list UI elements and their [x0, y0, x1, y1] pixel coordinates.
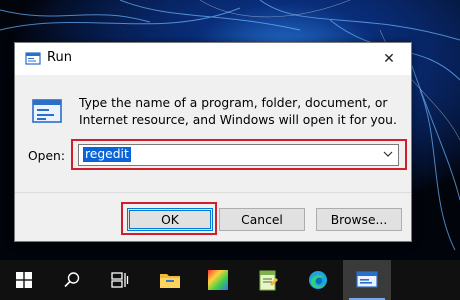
run-dialog: Run ✕ Type the name of a program, folder… — [14, 42, 412, 242]
file-explorer-icon — [160, 274, 180, 288]
task-view-icon — [111, 272, 129, 288]
run-icon — [25, 52, 41, 65]
ok-button[interactable]: OK — [127, 208, 213, 231]
notepad-app-button[interactable] — [244, 260, 292, 300]
run-app-button[interactable] — [343, 260, 391, 300]
taskbar-search-button[interactable] — [48, 260, 96, 300]
ok-focus-ring — [129, 210, 211, 229]
close-button[interactable]: ✕ — [367, 43, 411, 75]
search-icon — [64, 272, 80, 288]
taskbar — [0, 260, 460, 300]
window-title: Run — [47, 50, 72, 65]
file-explorer-button[interactable] — [146, 260, 194, 300]
close-icon: ✕ — [383, 51, 395, 67]
start-button[interactable] — [0, 260, 48, 300]
dialog-description: Type the name of a program, folder, docu… — [79, 96, 397, 127]
task-view-button[interactable] — [96, 260, 144, 300]
run-program-icon — [32, 99, 62, 123]
title-bar: Run ✕ — [15, 43, 411, 75]
run-app-icon — [356, 271, 378, 288]
chevron-down-icon[interactable] — [383, 149, 393, 159]
edge-icon — [309, 271, 327, 289]
notepad-app-icon — [259, 270, 278, 291]
edge-button[interactable] — [294, 260, 342, 300]
color-app-icon — [208, 270, 228, 290]
open-label: Open: — [28, 149, 65, 163]
cancel-label: Cancel — [241, 212, 283, 227]
browse-button[interactable]: Browse... — [316, 208, 402, 231]
open-combobox[interactable]: regedit — [78, 144, 399, 166]
color-app-button[interactable] — [194, 260, 242, 300]
start-icon — [16, 272, 32, 288]
open-input-value[interactable]: regedit — [83, 147, 131, 162]
cancel-button[interactable]: Cancel — [219, 208, 305, 231]
browse-label: Browse... — [330, 212, 388, 227]
